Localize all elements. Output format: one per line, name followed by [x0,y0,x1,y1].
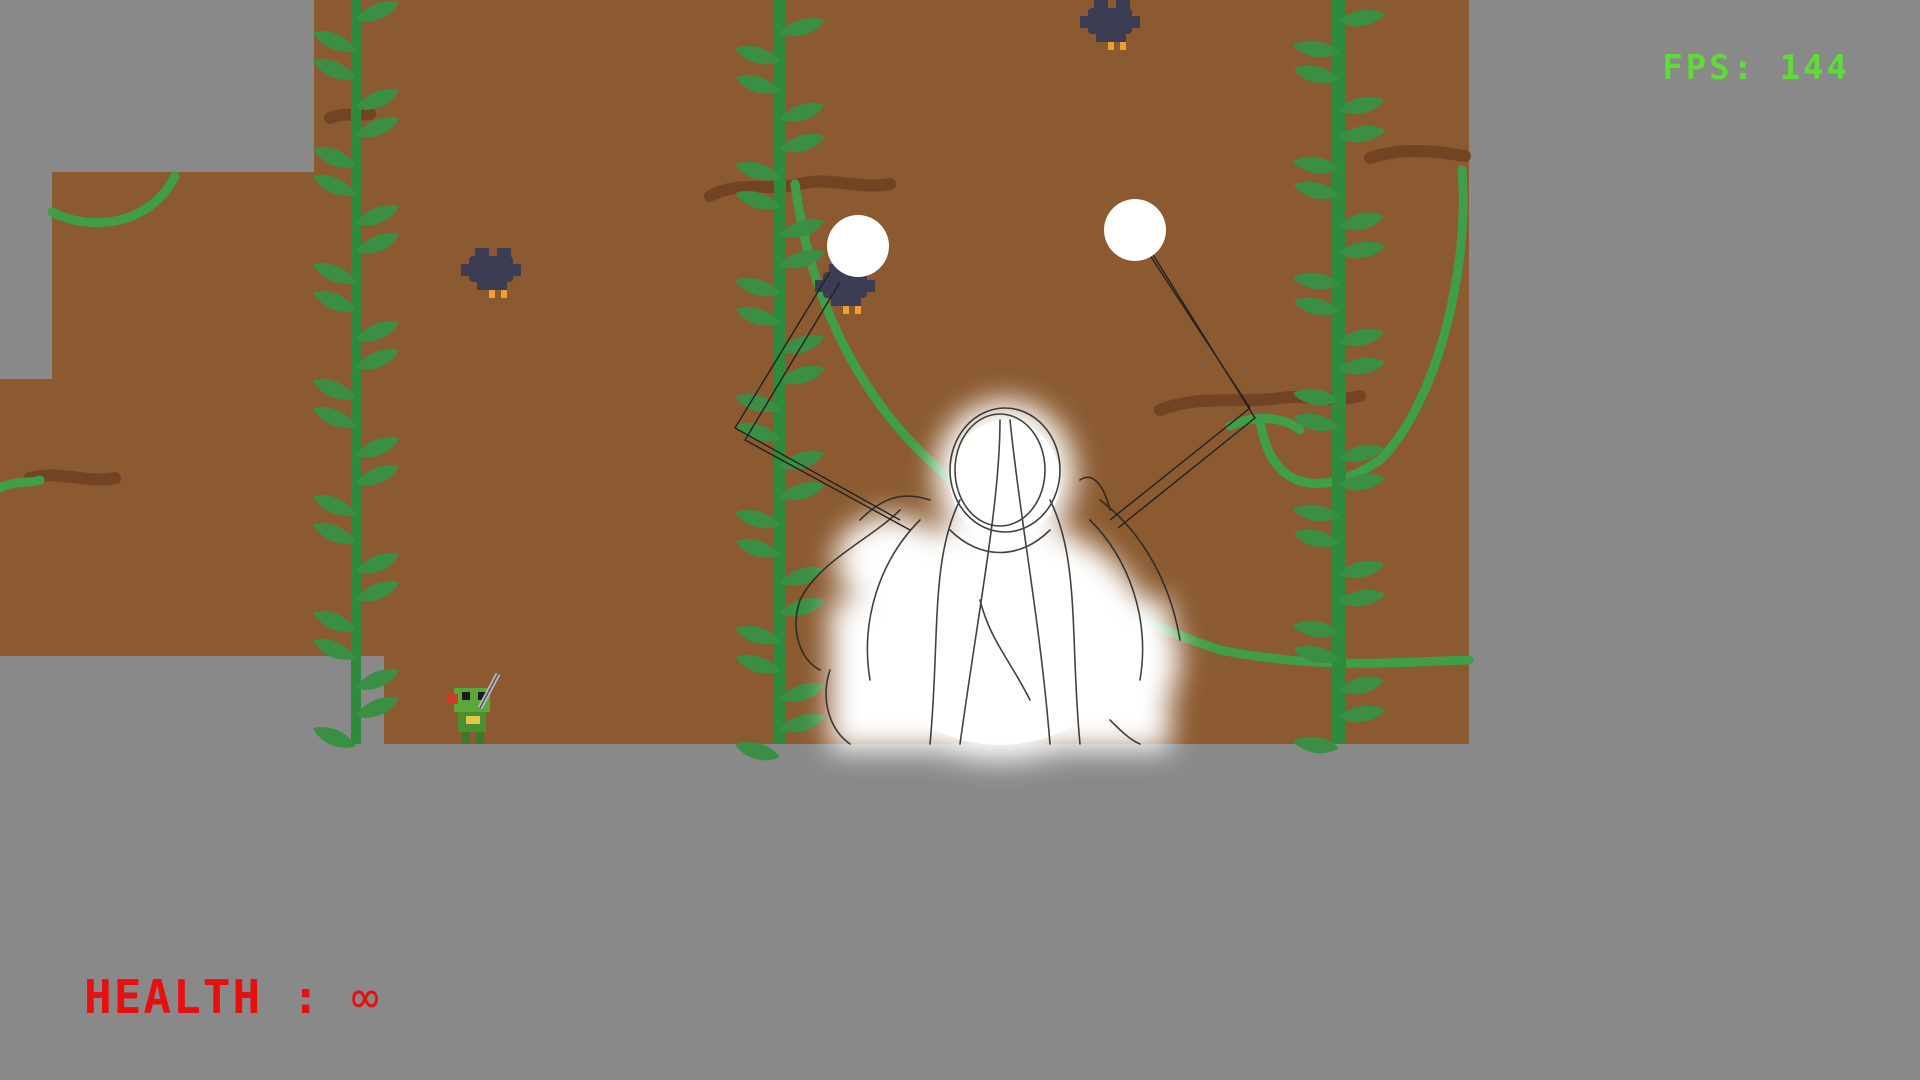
health-display: HEALTH : ∞ [84,970,381,1024]
health-value: ∞ [351,970,381,1024]
game-world [0,0,1920,1080]
fps-label: FPS: 144 [1662,48,1850,88]
white-orb-right [1104,199,1166,261]
game-viewport[interactable]: FPS: 144 HEALTH : ∞ [0,0,1920,1080]
white-orb-left [827,215,889,277]
health-label: HEALTH : [84,970,322,1024]
fps-counter: FPS: 144 [1662,48,1850,88]
